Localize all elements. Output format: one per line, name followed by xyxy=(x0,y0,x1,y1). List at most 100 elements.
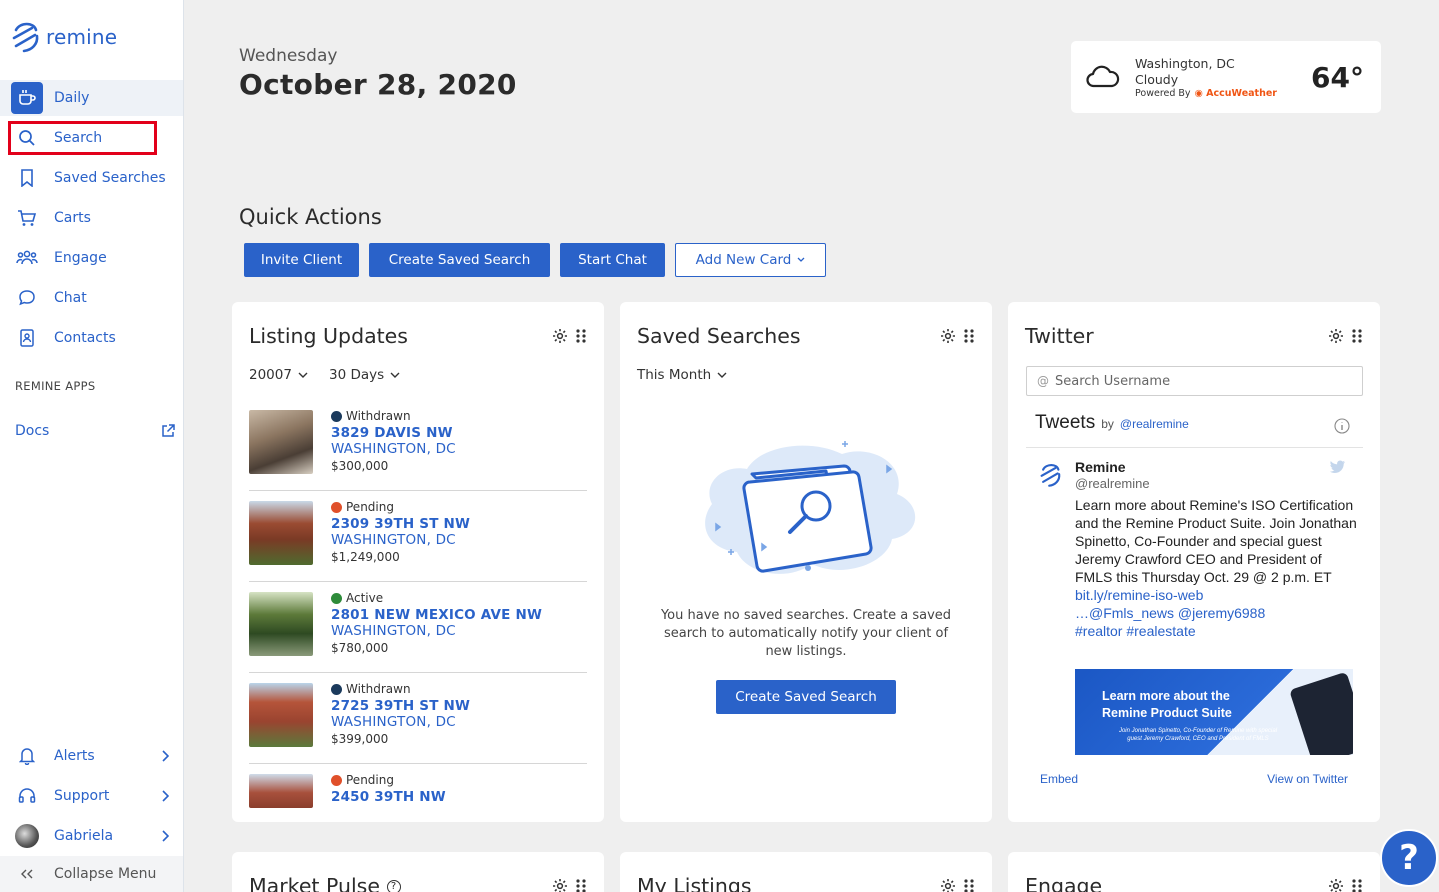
divider xyxy=(1026,447,1363,448)
listing-status: Pending xyxy=(331,500,394,514)
gear-icon[interactable] xyxy=(552,878,568,892)
status-dot xyxy=(331,592,342,604)
listing-item[interactable]: Pending 2309 39TH ST NW WASHINGTON, DC $… xyxy=(249,491,587,582)
gear-icon[interactable] xyxy=(940,878,956,892)
chevron-down-icon xyxy=(717,372,727,378)
zip-filter-value: 20007 xyxy=(249,367,292,383)
status-text: Pending xyxy=(346,773,394,787)
drag-handle-icon[interactable] xyxy=(576,329,586,343)
sidebar-item-profile[interactable]: Gabriela xyxy=(0,818,183,854)
coffee-cup-icon xyxy=(18,90,36,105)
drag-handle-icon[interactable] xyxy=(576,879,586,892)
tweet-author-handle[interactable]: @realremine xyxy=(1075,476,1150,491)
card-title: Listing Updates xyxy=(249,324,408,348)
listing-photo xyxy=(249,683,313,747)
sidebar-item-label: Engage xyxy=(54,250,107,266)
external-link-icon xyxy=(162,424,175,437)
sidebar-item-label: Support xyxy=(54,788,110,804)
sidebar-item-daily[interactable]: Daily xyxy=(0,80,183,116)
sidebar-item-docs[interactable]: Docs xyxy=(15,423,175,439)
zip-filter-dropdown[interactable]: 20007 xyxy=(249,367,308,383)
listing-status: Active xyxy=(331,591,383,605)
gear-icon[interactable] xyxy=(1328,328,1344,344)
drag-handle-icon[interactable] xyxy=(964,329,974,343)
sidebar-item-saved-searches[interactable]: Saved Searches xyxy=(0,160,183,196)
gear-icon[interactable] xyxy=(940,328,956,344)
remine-avatar-icon xyxy=(1040,463,1061,487)
twitter-username-search-input[interactable]: @ Search Username xyxy=(1026,366,1363,396)
help-circle-icon[interactable]: ? xyxy=(386,880,401,892)
listing-photo xyxy=(249,774,313,808)
cart-icon xyxy=(18,210,37,226)
card-title: My Listings xyxy=(637,874,752,892)
add-new-card-button[interactable]: Add New Card xyxy=(675,243,826,277)
sidebar-item-chat[interactable]: Chat xyxy=(0,280,183,316)
listing-item[interactable]: Active 2801 NEW MEXICO AVE NW WASHINGTON… xyxy=(249,582,587,673)
tweet-image-title: Learn more about the Remine Product Suit… xyxy=(1102,689,1232,720)
view-on-twitter-link[interactable]: View on Twitter xyxy=(1267,772,1348,786)
remine-logo[interactable]: remine xyxy=(10,20,117,54)
listing-address[interactable]: 2309 39TH ST NW xyxy=(331,516,470,532)
listing-item[interactable]: Withdrawn 3829 DAVIS NW WASHINGTON, DC $… xyxy=(249,400,587,491)
remine-logo-icon xyxy=(12,22,39,53)
bell-icon xyxy=(19,748,35,765)
tweet-link[interactable]: bit.ly/remine-iso-web xyxy=(1075,587,1203,603)
listing-photo xyxy=(249,592,313,656)
chat-icon xyxy=(19,290,35,306)
listing-address[interactable]: 2725 39TH ST NW xyxy=(331,698,470,714)
sidebar-item-alerts[interactable]: Alerts xyxy=(0,738,183,774)
twitter-handle-link[interactable]: @realremine xyxy=(1120,417,1189,431)
period-filter-value: This Month xyxy=(637,367,712,383)
chevron-right-icon xyxy=(162,830,169,842)
tweet-image[interactable]: Learn more about the Remine Product Suit… xyxy=(1075,669,1353,755)
drag-handle-icon[interactable] xyxy=(1352,329,1362,343)
create-saved-search-button[interactable]: Create Saved Search xyxy=(369,243,550,277)
drag-handle-icon[interactable] xyxy=(964,879,974,892)
listing-city: WASHINGTON, DC xyxy=(331,441,456,457)
status-dot xyxy=(331,683,342,695)
tweet-hashtags[interactable]: #realtor #realestate xyxy=(1075,623,1196,639)
drag-handle-icon[interactable] xyxy=(1352,879,1362,892)
twitter-bird-icon[interactable] xyxy=(1330,460,1346,474)
listing-item[interactable]: Pending 2450 39TH NW xyxy=(249,764,587,822)
add-new-card-label: Add New Card xyxy=(695,252,792,268)
info-icon[interactable] xyxy=(1334,418,1350,434)
search-highlight-box xyxy=(8,121,157,155)
listing-address[interactable]: 2801 NEW MEXICO AVE NW xyxy=(331,607,542,623)
listing-item[interactable]: Withdrawn 2725 39TH ST NW WASHINGTON, DC… xyxy=(249,673,587,764)
sidebar-item-label: Gabriela xyxy=(54,828,114,844)
gear-icon[interactable] xyxy=(552,328,568,344)
double-chevron-left-icon xyxy=(21,869,33,879)
listing-status: Withdrawn xyxy=(331,682,411,696)
period-filter-value: 30 Days xyxy=(329,367,385,383)
question-mark-icon: ? xyxy=(1399,838,1419,878)
invite-client-button[interactable]: Invite Client xyxy=(244,243,359,277)
powered-by-label: Powered By xyxy=(1135,88,1191,99)
period-filter-dropdown[interactable]: 30 Days xyxy=(329,367,400,383)
card-title: Engage xyxy=(1025,874,1103,892)
weather-city: Washington, DC xyxy=(1135,56,1235,71)
listing-address[interactable]: 3829 DAVIS NW xyxy=(331,425,453,441)
period-filter-dropdown[interactable]: This Month xyxy=(637,367,727,383)
contacts-icon xyxy=(20,329,34,347)
by-label: by xyxy=(1101,417,1114,431)
collapse-menu-button[interactable]: Collapse Menu xyxy=(0,856,183,892)
create-saved-search-button[interactable]: Create Saved Search xyxy=(716,680,896,714)
page-title-date: October 28, 2020 xyxy=(239,68,517,101)
listing-status: Withdrawn xyxy=(331,409,411,423)
tweets-label: Tweets xyxy=(1035,412,1096,433)
embed-link[interactable]: Embed xyxy=(1040,772,1078,786)
gear-icon[interactable] xyxy=(1328,878,1344,892)
card-title: Saved Searches xyxy=(637,324,801,348)
tweet-author-name[interactable]: Remine xyxy=(1075,459,1126,475)
sidebar-item-contacts[interactable]: Contacts xyxy=(0,320,183,356)
help-button[interactable]: ? xyxy=(1380,829,1438,887)
sidebar-item-engage[interactable]: Engage xyxy=(0,240,183,276)
status-text: Withdrawn xyxy=(346,682,411,696)
chevron-right-icon xyxy=(162,750,169,762)
listing-address[interactable]: 2450 39TH NW xyxy=(331,789,446,805)
sidebar-item-carts[interactable]: Carts xyxy=(0,200,183,236)
sidebar-item-support[interactable]: Support xyxy=(0,778,183,814)
start-chat-button[interactable]: Start Chat xyxy=(560,243,665,277)
tweet-mentions[interactable]: …@Fmls_news @jeremy6988 xyxy=(1075,605,1265,621)
